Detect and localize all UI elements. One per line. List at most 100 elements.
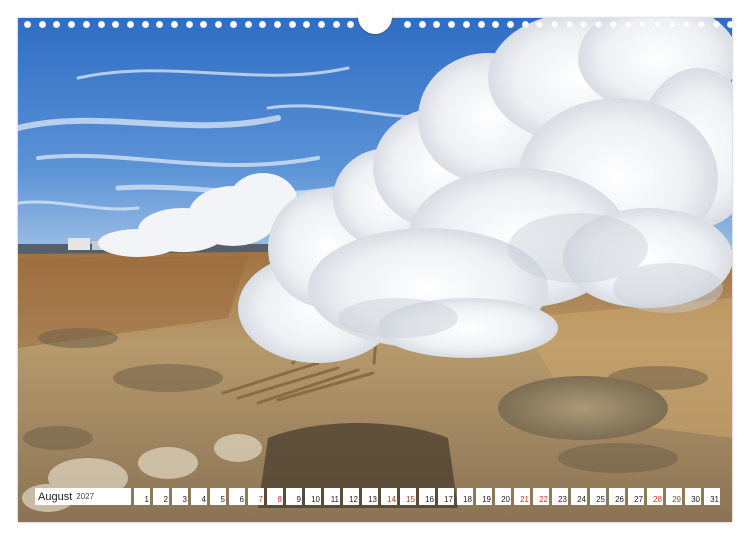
binding-hole [595,21,603,28]
binding-hole [653,21,661,28]
day-number: 11 [330,495,339,504]
day-cell: 12 [343,488,359,505]
day-number: 6 [239,495,244,504]
binding-hole [712,21,720,28]
day-number: 10 [311,495,320,504]
day-cell: 4 [191,488,207,505]
binding-hole [318,21,325,28]
geothermal-steam-photo [18,18,732,522]
month-name: August [38,490,73,503]
day-cell: 16 [419,488,435,505]
day-cell: 6 [229,488,245,505]
day-cell: 5 [210,488,226,505]
binding-hole [727,21,735,28]
binding-hole [536,21,544,28]
binding-hole [698,21,705,28]
binding-hole [126,21,134,28]
binding-hole [273,21,281,28]
binding-hole [565,21,573,28]
day-number: 9 [296,495,301,504]
day-number: 2 [163,495,168,504]
day-cell: 25 [590,488,606,505]
binding-hole [580,21,588,28]
binding-hole [215,21,223,28]
binding-hole [200,21,208,28]
day-cell: 30 [685,488,701,505]
day-cell: 8 [267,488,283,505]
day-cell: 15 [400,488,416,505]
day-cell: 19 [476,488,492,505]
day-number: 5 [220,495,225,504]
day-number: 7 [258,495,263,504]
day-number: 22 [539,495,548,504]
binding-hole [448,21,456,28]
day-number: 21 [520,495,529,504]
day-number: 25 [596,495,605,504]
day-number: 1 [144,495,149,504]
binding-hole [521,21,529,28]
day-number: 18 [463,495,472,504]
day-number: 20 [501,495,510,504]
year-label: 2027 [76,492,95,501]
day-cell: 24 [571,488,587,505]
day-cell: 27 [628,488,644,505]
day-number: 14 [387,495,396,504]
binding-hole [404,21,411,28]
binding-hole [68,21,76,28]
binding-hole [492,21,500,28]
day-cell: 11 [324,488,340,505]
binding-hole [418,21,426,28]
binding-hole [185,21,193,28]
day-number: 13 [368,495,377,504]
binding-hole [639,21,647,28]
day-number: 3 [182,495,187,504]
month-label-box: August 2027 [35,488,131,505]
day-cell: 14 [381,488,397,505]
day-cell: 10 [305,488,321,505]
binding-hole [141,21,149,28]
day-number: 4 [201,495,206,504]
binding-hole [668,21,676,28]
binding-hole [683,21,691,28]
binding-hole [624,21,632,28]
binding-hole [433,21,441,28]
day-number: 23 [558,495,567,504]
day-number: 27 [634,495,643,504]
day-cell: 28 [647,488,663,505]
day-number: 17 [444,495,453,504]
binding-hole [97,21,105,28]
binding-hole [303,21,311,28]
binding-hole [38,21,46,28]
binding-hole [171,21,178,28]
binding-hole [506,21,514,28]
binding-hole [229,21,237,28]
day-number: 26 [615,495,624,504]
day-cells: 1 2 3 4 5 6 7 8 9 10 11 12 13 14 15 16 17 18 19 20 21 22 23 24 2… [131,488,720,505]
day-number: 28 [653,495,662,504]
binding-hole [288,21,296,28]
binding-hole [477,21,485,28]
day-number: 8 [277,495,282,504]
day-number: 24 [577,495,586,504]
day-number: 12 [349,495,358,504]
day-cell: 20 [495,488,511,505]
day-cell: 29 [666,488,682,505]
binding-hole [259,21,267,28]
day-cell: 17 [438,488,454,505]
binding-hole [24,21,31,28]
day-cell: 31 [704,488,720,505]
day-cell: 26 [609,488,625,505]
binding-hole [53,21,61,28]
calendar-strip: August 2027 1 2 3 4 5 6 7 8 9 10 11 12 13 14 15 16 17 18 1… [35,488,720,505]
day-cell: 21 [514,488,530,505]
day-number: 29 [672,495,681,504]
binding-hole [156,21,164,28]
binding-hole [112,21,120,28]
day-number: 30 [691,495,700,504]
day-cell: 23 [552,488,568,505]
day-cell: 13 [362,488,378,505]
day-cell: 2 [153,488,169,505]
binding-hole [82,21,90,28]
binding-hole [551,21,558,28]
day-cell: 7 [248,488,264,505]
